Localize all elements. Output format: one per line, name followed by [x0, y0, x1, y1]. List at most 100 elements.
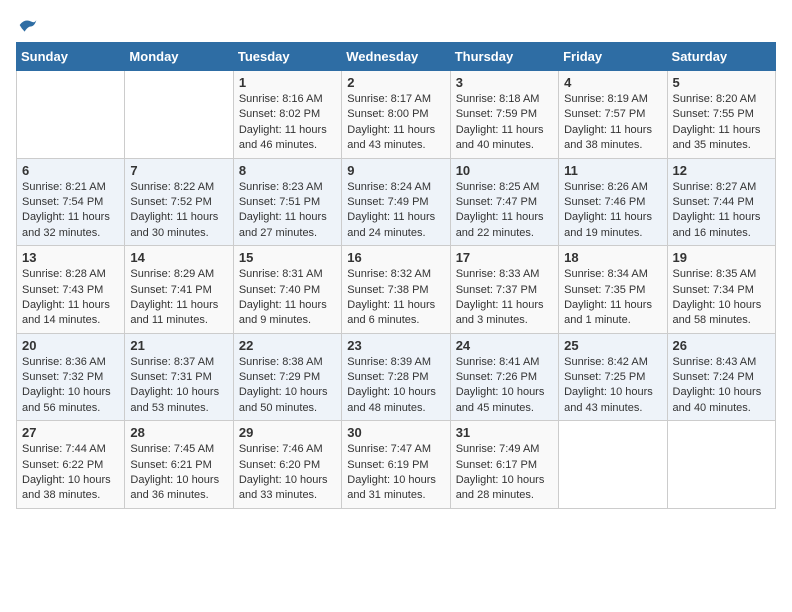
day-number: 20	[22, 338, 119, 353]
calendar-header: SundayMondayTuesdayWednesdayThursdayFrid…	[17, 43, 776, 71]
day-info: Sunrise: 8:36 AM Sunset: 7:32 PM Dayligh…	[22, 355, 119, 417]
calendar-cell	[17, 71, 125, 159]
day-info: Sunrise: 8:39 AM Sunset: 7:28 PM Dayligh…	[347, 355, 444, 417]
day-number: 10	[456, 163, 553, 178]
calendar-week-row: 27 Sunrise: 7:44 AM Sunset: 6:22 PM Dayli…	[17, 421, 776, 509]
calendar-week-row: 1 Sunrise: 8:16 AM Sunset: 8:02 PM Daylig…	[17, 71, 776, 159]
day-of-week-header: Sunday	[17, 43, 125, 71]
day-info: Sunrise: 8:21 AM Sunset: 7:54 PM Dayligh…	[22, 180, 119, 242]
day-info: Sunrise: 8:38 AM Sunset: 7:29 PM Dayligh…	[239, 355, 336, 417]
day-info: Sunrise: 8:20 AM Sunset: 7:55 PM Dayligh…	[673, 92, 770, 154]
day-of-week-header: Wednesday	[342, 43, 450, 71]
day-number: 4	[564, 75, 661, 90]
day-number: 18	[564, 250, 661, 265]
day-of-week-header: Thursday	[450, 43, 558, 71]
calendar-cell: 29 Sunrise: 7:46 AM Sunset: 6:20 PM Dayli…	[233, 421, 341, 509]
calendar-body: 1 Sunrise: 8:16 AM Sunset: 8:02 PM Daylig…	[17, 71, 776, 509]
calendar-table: SundayMondayTuesdayWednesdayThursdayFrid…	[16, 42, 776, 509]
day-number: 9	[347, 163, 444, 178]
calendar-cell: 28Sunrise: 7:45 AM Sunset: 6:21 PM Dayli…	[125, 421, 233, 509]
calendar-week-row: 6 Sunrise: 8:21 AM Sunset: 7:54 PM Daylig…	[17, 158, 776, 246]
logo	[16, 16, 38, 30]
day-info: Sunrise: 7:47 AM Sunset: 6:19 PM Dayligh…	[347, 442, 444, 504]
calendar-cell: 22 Sunrise: 8:38 AM Sunset: 7:29 PM Dayli…	[233, 333, 341, 421]
calendar-cell: 20 Sunrise: 8:36 AM Sunset: 7:32 PM Dayli…	[17, 333, 125, 421]
day-info: Sunrise: 8:18 AM Sunset: 7:59 PM Dayligh…	[456, 92, 553, 154]
calendar-cell: 9Sunrise: 8:24 AM Sunset: 7:49 PM Daylig…	[342, 158, 450, 246]
calendar-cell	[667, 421, 775, 509]
calendar-cell: 14Sunrise: 8:29 AM Sunset: 7:41 PM Dayli…	[125, 246, 233, 334]
day-number: 21	[130, 338, 227, 353]
day-number: 19	[673, 250, 770, 265]
calendar-cell: 26 Sunrise: 8:43 AM Sunset: 7:24 PM Dayli…	[667, 333, 775, 421]
day-info: Sunrise: 8:35 AM Sunset: 7:34 PM Dayligh…	[673, 267, 770, 329]
calendar-cell: 2 Sunrise: 8:17 AM Sunset: 8:00 PM Daylig…	[342, 71, 450, 159]
calendar-cell: 18Sunrise: 8:34 AM Sunset: 7:35 PM Dayli…	[559, 246, 667, 334]
day-info: Sunrise: 8:25 AM Sunset: 7:47 PM Dayligh…	[456, 180, 553, 242]
calendar-week-row: 20 Sunrise: 8:36 AM Sunset: 7:32 PM Dayli…	[17, 333, 776, 421]
calendar-cell: 25 Sunrise: 8:42 AM Sunset: 7:25 PM Dayli…	[559, 333, 667, 421]
calendar-cell: 10 Sunrise: 8:25 AM Sunset: 7:47 PM Dayli…	[450, 158, 558, 246]
day-info: Sunrise: 7:46 AM Sunset: 6:20 PM Dayligh…	[239, 442, 336, 504]
calendar-cell: 4 Sunrise: 8:19 AM Sunset: 7:57 PM Daylig…	[559, 71, 667, 159]
calendar-cell	[559, 421, 667, 509]
day-number: 29	[239, 425, 336, 440]
calendar-cell: 8 Sunrise: 8:23 AM Sunset: 7:51 PM Daylig…	[233, 158, 341, 246]
day-number: 24	[456, 338, 553, 353]
calendar-cell: 27 Sunrise: 7:44 AM Sunset: 6:22 PM Dayli…	[17, 421, 125, 509]
calendar-cell: 30Sunrise: 7:47 AM Sunset: 6:19 PM Dayli…	[342, 421, 450, 509]
day-info: Sunrise: 7:45 AM Sunset: 6:21 PM Dayligh…	[130, 442, 227, 504]
day-number: 8	[239, 163, 336, 178]
day-number: 23	[347, 338, 444, 353]
day-info: Sunrise: 8:26 AM Sunset: 7:46 PM Dayligh…	[564, 180, 661, 242]
day-number: 15	[239, 250, 336, 265]
day-number: 27	[22, 425, 119, 440]
day-number: 31	[456, 425, 553, 440]
day-number: 25	[564, 338, 661, 353]
day-number: 7	[130, 163, 227, 178]
calendar-cell: 3 Sunrise: 8:18 AM Sunset: 7:59 PM Daylig…	[450, 71, 558, 159]
day-info: Sunrise: 8:43 AM Sunset: 7:24 PM Dayligh…	[673, 355, 770, 417]
day-number: 1	[239, 75, 336, 90]
calendar-cell	[125, 71, 233, 159]
day-info: Sunrise: 8:23 AM Sunset: 7:51 PM Dayligh…	[239, 180, 336, 242]
calendar-cell: 23 Sunrise: 8:39 AM Sunset: 7:28 PM Dayli…	[342, 333, 450, 421]
day-info: Sunrise: 8:32 AM Sunset: 7:38 PM Dayligh…	[347, 267, 444, 329]
calendar-cell: 1 Sunrise: 8:16 AM Sunset: 8:02 PM Daylig…	[233, 71, 341, 159]
page-header	[16, 16, 776, 30]
calendar-cell: 12 Sunrise: 8:27 AM Sunset: 7:44 PM Dayli…	[667, 158, 775, 246]
calendar-cell: 6 Sunrise: 8:21 AM Sunset: 7:54 PM Daylig…	[17, 158, 125, 246]
day-info: Sunrise: 8:22 AM Sunset: 7:52 PM Dayligh…	[130, 180, 227, 242]
calendar-cell: 15Sunrise: 8:31 AM Sunset: 7:40 PM Dayli…	[233, 246, 341, 334]
day-number: 13	[22, 250, 119, 265]
day-info: Sunrise: 7:49 AM Sunset: 6:17 PM Dayligh…	[456, 442, 553, 504]
calendar-cell: 24 Sunrise: 8:41 AM Sunset: 7:26 PM Dayli…	[450, 333, 558, 421]
calendar-cell: 11Sunrise: 8:26 AM Sunset: 7:46 PM Dayli…	[559, 158, 667, 246]
calendar-cell: 31 Sunrise: 7:49 AM Sunset: 6:17 PM Dayli…	[450, 421, 558, 509]
day-of-week-header: Tuesday	[233, 43, 341, 71]
day-number: 17	[456, 250, 553, 265]
day-info: Sunrise: 8:16 AM Sunset: 8:02 PM Dayligh…	[239, 92, 336, 154]
day-of-week-header: Friday	[559, 43, 667, 71]
day-info: Sunrise: 7:44 AM Sunset: 6:22 PM Dayligh…	[22, 442, 119, 504]
header-row: SundayMondayTuesdayWednesdayThursdayFrid…	[17, 43, 776, 71]
day-number: 5	[673, 75, 770, 90]
day-number: 22	[239, 338, 336, 353]
day-info: Sunrise: 8:27 AM Sunset: 7:44 PM Dayligh…	[673, 180, 770, 242]
day-number: 12	[673, 163, 770, 178]
day-number: 6	[22, 163, 119, 178]
calendar-week-row: 13 Sunrise: 8:28 AM Sunset: 7:43 PM Dayli…	[17, 246, 776, 334]
day-info: Sunrise: 8:41 AM Sunset: 7:26 PM Dayligh…	[456, 355, 553, 417]
day-info: Sunrise: 8:29 AM Sunset: 7:41 PM Dayligh…	[130, 267, 227, 329]
day-info: Sunrise: 8:19 AM Sunset: 7:57 PM Dayligh…	[564, 92, 661, 154]
day-number: 3	[456, 75, 553, 90]
day-number: 26	[673, 338, 770, 353]
day-number: 2	[347, 75, 444, 90]
calendar-cell: 19 Sunrise: 8:35 AM Sunset: 7:34 PM Dayli…	[667, 246, 775, 334]
day-info: Sunrise: 8:28 AM Sunset: 7:43 PM Dayligh…	[22, 267, 119, 329]
day-info: Sunrise: 8:42 AM Sunset: 7:25 PM Dayligh…	[564, 355, 661, 417]
day-info: Sunrise: 8:17 AM Sunset: 8:00 PM Dayligh…	[347, 92, 444, 154]
day-info: Sunrise: 8:37 AM Sunset: 7:31 PM Dayligh…	[130, 355, 227, 417]
calendar-cell: 7 Sunrise: 8:22 AM Sunset: 7:52 PM Daylig…	[125, 158, 233, 246]
logo-bird-icon	[18, 16, 38, 34]
